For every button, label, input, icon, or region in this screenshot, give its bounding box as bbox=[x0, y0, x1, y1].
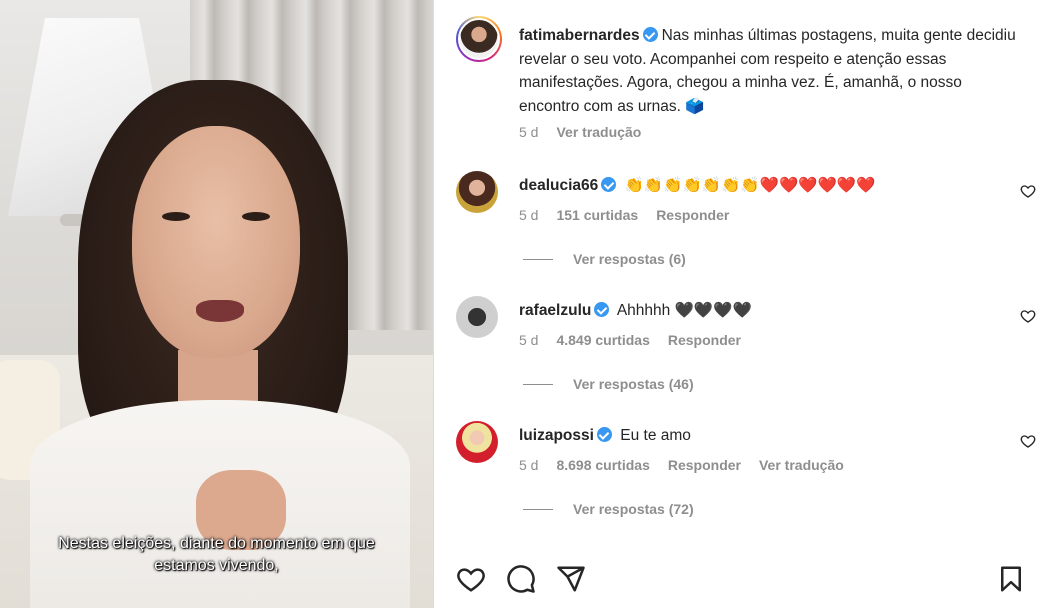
comment-time: 5 d bbox=[519, 332, 539, 348]
comment-time: 5 d bbox=[519, 457, 539, 473]
comment-time: 5 d bbox=[519, 207, 539, 223]
subtitle-line-1: Nestas eleições, diante do momento em qu… bbox=[58, 535, 375, 552]
verified-badge-icon bbox=[601, 177, 617, 192]
divider-line bbox=[523, 258, 553, 260]
verified-badge-icon bbox=[596, 427, 612, 442]
comment-text: 👏👏👏👏👏👏👏❤️❤️❤️❤️❤️❤️ bbox=[624, 177, 876, 194]
person-eye-right bbox=[242, 212, 270, 221]
comment-item: luizapossi Eu te amo 5 d 8.698 curtidas … bbox=[456, 421, 1036, 531]
heart-icon[interactable] bbox=[456, 564, 486, 594]
comment-body: rafaelzulu Ahhhhh 🖤🖤🖤🖤 bbox=[519, 300, 752, 322]
person-eye-left bbox=[162, 212, 190, 221]
comment-item: rafaelzulu Ahhhhh 🖤🖤🖤🖤 5 d 4.849 curtida… bbox=[456, 296, 1036, 406]
subtitle-line-2: estamos vivendo, bbox=[154, 557, 279, 574]
view-replies-label: Ver respostas (6) bbox=[573, 251, 686, 267]
avatar[interactable] bbox=[456, 171, 498, 213]
view-replies-label: Ver respostas (46) bbox=[573, 376, 694, 392]
avatar[interactable] bbox=[456, 421, 498, 463]
share-icon[interactable] bbox=[556, 564, 586, 594]
verified-badge-icon bbox=[594, 302, 610, 317]
comment-item: dealucia66 👏👏👏👏👏👏👏❤️❤️❤️❤️❤️❤️ 5 d 151 c… bbox=[456, 171, 1036, 281]
comment-like-heart-icon[interactable] bbox=[1020, 308, 1036, 324]
avatar[interactable] bbox=[456, 296, 498, 338]
see-translation-link[interactable]: Ver tradução bbox=[556, 124, 641, 140]
view-replies-button[interactable]: Ver respostas (6) bbox=[523, 251, 686, 267]
view-replies-button[interactable]: Ver respostas (72) bbox=[523, 501, 694, 517]
divider-line bbox=[523, 508, 553, 510]
post-action-bar bbox=[456, 564, 1026, 596]
author-username[interactable]: fatimabernardes bbox=[519, 27, 640, 44]
comment-body: dealucia66 👏👏👏👏👏👏👏❤️❤️❤️❤️❤️❤️ bbox=[519, 175, 876, 197]
comment-username[interactable]: luizapossi bbox=[519, 427, 594, 444]
divider-line bbox=[523, 383, 553, 385]
see-translation-link[interactable]: Ver tradução bbox=[759, 457, 844, 473]
comment-like-heart-icon[interactable] bbox=[1020, 183, 1036, 199]
post-meta: 5 d Ver tradução bbox=[519, 124, 641, 140]
reply-button[interactable]: Responder bbox=[668, 457, 741, 473]
view-replies-button[interactable]: Ver respostas (46) bbox=[523, 376, 694, 392]
comment-text: Eu te amo bbox=[620, 427, 691, 444]
reel-video[interactable]: Nestas eleições, diante do momento em qu… bbox=[0, 0, 433, 608]
post-caption: fatimabernardes Nas minhas últimas postag… bbox=[519, 24, 1019, 118]
post-details-panel: fatimabernardes Nas minhas últimas postag… bbox=[433, 0, 1041, 608]
reply-button[interactable]: Responder bbox=[656, 207, 729, 223]
comment-body: luizapossi Eu te amo bbox=[519, 425, 691, 447]
video-subtitles: Nestas eleições, diante do momento em qu… bbox=[0, 533, 433, 577]
comment-meta: 5 d 4.849 curtidas Responder bbox=[519, 332, 741, 348]
author-avatar[interactable] bbox=[456, 16, 502, 62]
comment-likes[interactable]: 4.849 curtidas bbox=[556, 332, 649, 348]
verified-badge-icon bbox=[642, 27, 658, 42]
comment-username[interactable]: dealucia66 bbox=[519, 177, 598, 194]
person-face bbox=[132, 126, 300, 358]
comment-username[interactable]: rafaelzulu bbox=[519, 302, 591, 319]
comment-icon[interactable] bbox=[506, 564, 536, 594]
comment-likes[interactable]: 151 curtidas bbox=[556, 207, 638, 223]
comment-text: Ahhhhh 🖤🖤🖤🖤 bbox=[616, 302, 752, 319]
reply-button[interactable]: Responder bbox=[668, 332, 741, 348]
bookmark-icon[interactable] bbox=[996, 564, 1026, 594]
person-mouth bbox=[196, 300, 244, 322]
comment-likes[interactable]: 8.698 curtidas bbox=[556, 457, 649, 473]
comment-like-heart-icon[interactable] bbox=[1020, 433, 1036, 449]
post-time: 5 d bbox=[519, 124, 539, 140]
comment-meta: 5 d 8.698 curtidas Responder Ver traduçã… bbox=[519, 457, 844, 473]
view-replies-label: Ver respostas (72) bbox=[573, 501, 694, 517]
comment-meta: 5 d 151 curtidas Responder bbox=[519, 207, 729, 223]
